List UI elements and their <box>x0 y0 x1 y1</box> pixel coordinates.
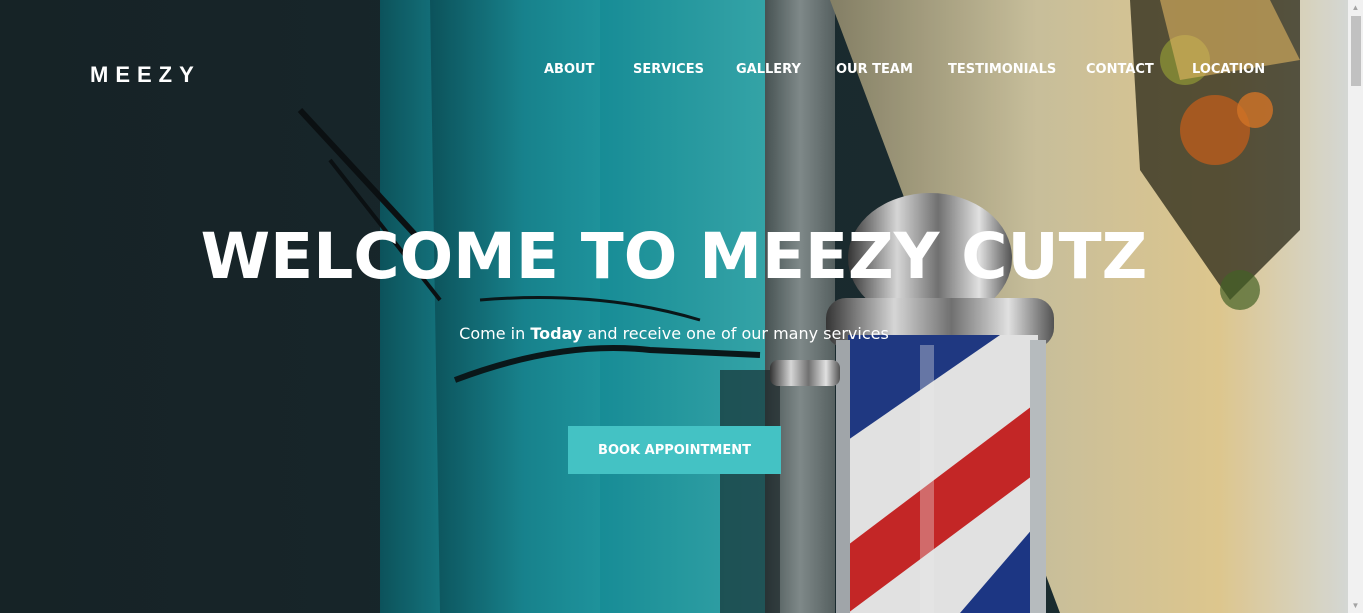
hero-subtitle-pre: Come in <box>459 324 531 343</box>
scroll-down-arrow-icon[interactable]: ▼ <box>1348 598 1363 613</box>
scroll-up-arrow-icon[interactable]: ▲ <box>1348 0 1363 15</box>
hero-subtitle: Come in Today and receive one of our man… <box>0 324 1348 343</box>
hero-subtitle-post: and receive one of our many services <box>582 324 889 343</box>
nav-item-gallery[interactable]: GALLERY <box>736 62 801 77</box>
hero-subtitle-bold: Today <box>530 324 583 343</box>
scrollbar-thumb[interactable] <box>1351 16 1361 86</box>
nav-item-services[interactable]: SERVICES <box>633 62 704 77</box>
nav-item-contact[interactable]: CONTACT <box>1086 62 1154 77</box>
hero-section: MEEZY ABOUT SERVICES GALLERY OUR TEAM TE… <box>0 0 1348 613</box>
hero-overlay <box>0 0 1348 613</box>
hero-title: WELCOME TO MEEZY CUTZ <box>200 220 1148 293</box>
page-scrollbar[interactable] <box>1348 0 1363 613</box>
nav-item-about[interactable]: ABOUT <box>544 62 594 77</box>
nav-item-our-team[interactable]: OUR TEAM <box>836 62 913 77</box>
book-appointment-button[interactable]: BOOK APPOINTMENT <box>568 426 781 474</box>
nav-item-location[interactable]: LOCATION <box>1192 62 1265 77</box>
main-nav: ABOUT SERVICES GALLERY OUR TEAM TESTIMON… <box>0 62 1348 82</box>
nav-item-testimonials[interactable]: TESTIMONIALS <box>948 62 1056 77</box>
